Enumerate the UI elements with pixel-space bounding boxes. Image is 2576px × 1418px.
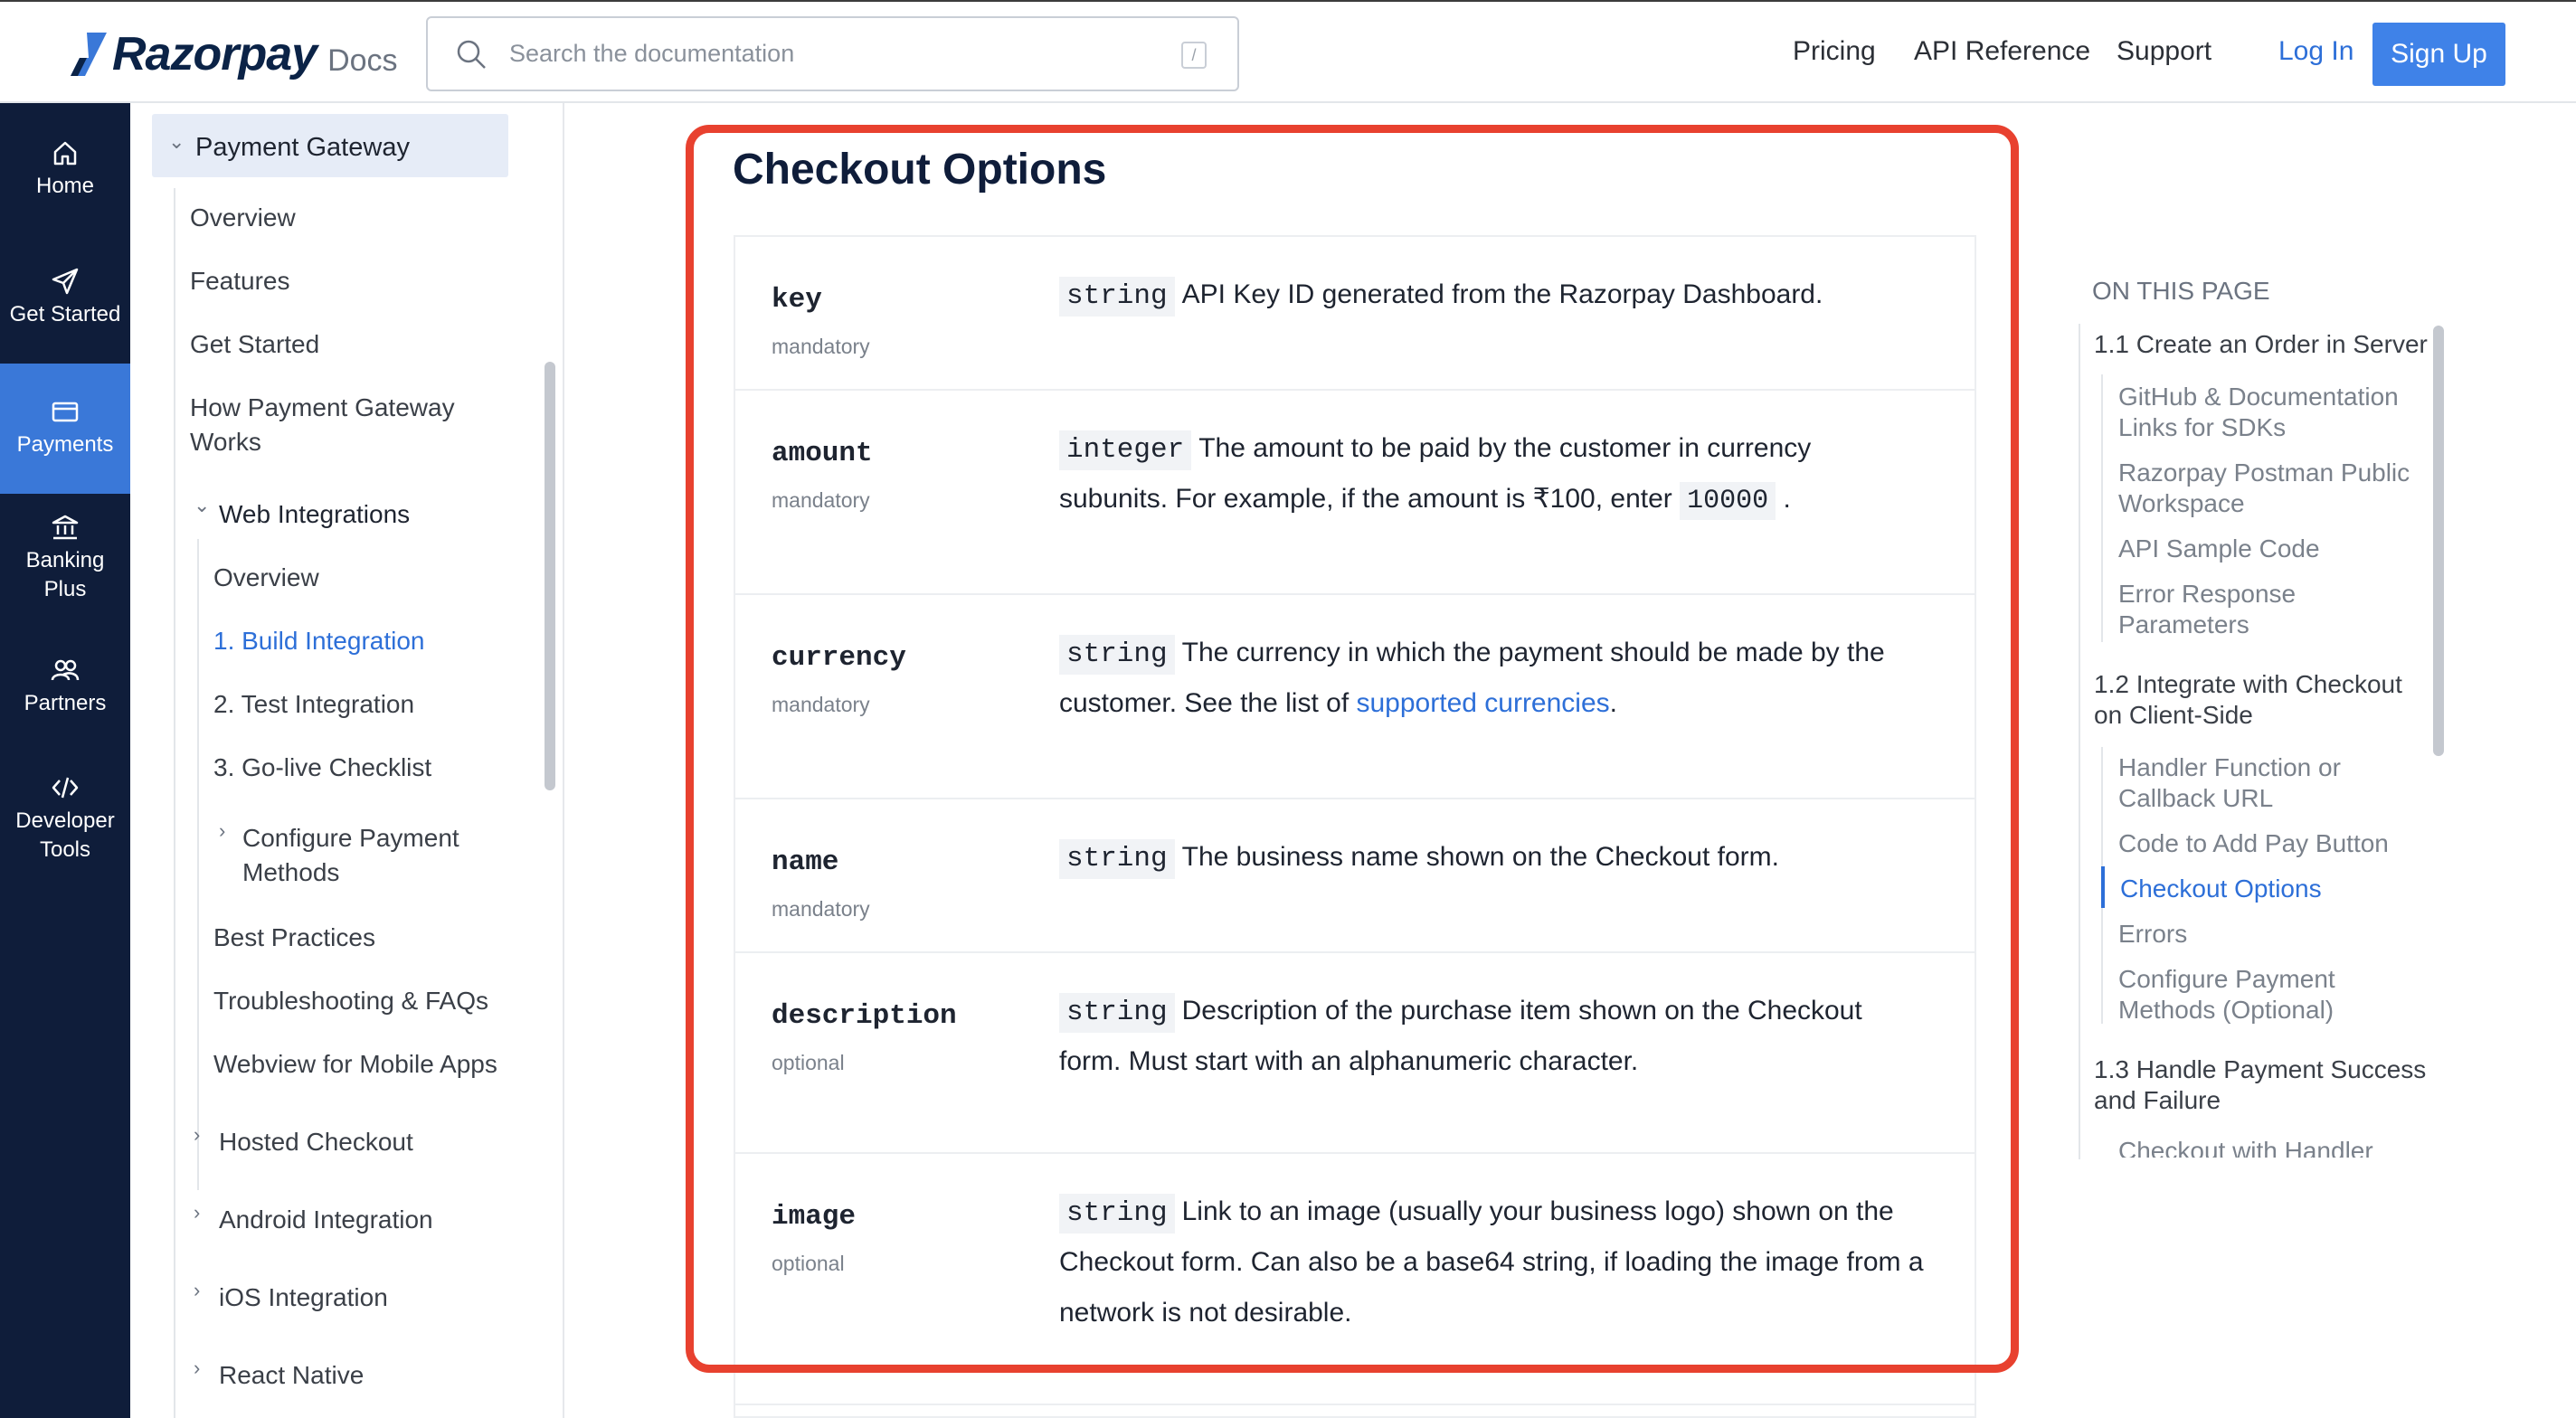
sidebar-item-overview[interactable]: Overview [190, 201, 296, 235]
search-input[interactable] [509, 40, 1142, 68]
login-link[interactable]: Log In [2278, 36, 2353, 67]
chevron-right-icon: › [194, 1279, 201, 1301]
razorpay-logo-icon [71, 33, 107, 76]
rail-item-partners[interactable]: Partners [0, 655, 130, 718]
card-icon [52, 402, 79, 422]
toc-item-api-sample-code[interactable]: API Sample Code [2118, 534, 2320, 564]
signup-button[interactable]: Sign Up [2372, 23, 2505, 86]
toc-item-integrate-checkout[interactable]: 1.2 Integrate with Checkout on Client-Si… [2094, 669, 2429, 731]
sidebar-item-react-native[interactable]: React Native [219, 1358, 364, 1393]
product-rail: Home Get Started Payments Banking Plus P… [0, 103, 130, 1418]
sidebar-scrollbar[interactable] [545, 362, 555, 790]
toc-item-error-response[interactable]: Error Response Parameters [2118, 579, 2417, 640]
nav-api-reference-link[interactable]: API Reference [1914, 36, 2090, 67]
toc-item-configure-payment-methods[interactable]: Configure Payment Methods (Optional) [2118, 964, 2417, 1026]
rail-label-banking-plus: Banking Plus [25, 548, 105, 601]
home-icon [53, 141, 77, 165]
sidebar-item-get-started[interactable]: Get Started [190, 327, 319, 362]
toc-item-create-order[interactable]: 1.1 Create an Order in Server [2094, 329, 2428, 360]
search-box[interactable]: / [426, 16, 1239, 91]
rail-label-developer-tools: Developer Tools [15, 808, 115, 862]
toc-item-handle-payment[interactable]: 1.3 Handle Payment Success and Failure [2094, 1054, 2429, 1116]
toc-item-add-pay-button[interactable]: Code to Add Pay Button [2118, 828, 2389, 859]
logo-text: Razorpay [112, 28, 317, 80]
toc-subrail-line [2101, 374, 2103, 642]
sidebar-item-ios-integration[interactable]: iOS Integration [219, 1281, 388, 1315]
sidebar-item-configure-payment-methods[interactable]: Configure Payment Methods [242, 821, 487, 890]
rail-label-payments: Payments [16, 432, 114, 457]
search-icon [457, 40, 486, 69]
sidebar-item-web-overview[interactable]: Overview [213, 561, 319, 595]
top-header: Razorpay Docs / Pricing API Reference Su… [0, 0, 2576, 103]
sidebar-item-troubleshooting-faqs[interactable]: Troubleshooting & FAQs [213, 984, 488, 1018]
toc-heading: ON THIS PAGE [2092, 277, 2270, 305]
users-icon [51, 659, 80, 681]
sidebar-subtree-line [197, 539, 199, 1190]
rail-label-home: Home [35, 174, 95, 198]
chevron-right-icon: › [194, 1123, 201, 1146]
rail-item-home[interactable]: Home [0, 137, 130, 201]
nav-pricing-link[interactable]: Pricing [1793, 36, 1876, 67]
sidebar-item-hosted-checkout[interactable]: Hosted Checkout [219, 1125, 413, 1159]
paper-plane-icon [52, 268, 79, 295]
toc-item-checkout-options[interactable]: Checkout Options [2120, 874, 2322, 904]
chevron-down-icon: ⌄ [194, 494, 211, 516]
rail-item-developer-tools[interactable]: Developer Tools [0, 772, 130, 865]
toc-item-github-sdks[interactable]: GitHub & Documentation Links for SDKs [2118, 382, 2417, 443]
sidebar-item-features[interactable]: Features [190, 264, 290, 298]
toc-scrollbar[interactable] [2433, 326, 2444, 756]
toc-active-marker [2101, 866, 2105, 908]
sidebar-tree-line [174, 188, 175, 1418]
sidebar-item-how-payment-gateway-works[interactable]: How Payment Gateway Works [190, 391, 488, 459]
sidebar-item-best-practices[interactable]: Best Practices [213, 921, 375, 955]
rail-item-banking-plus[interactable]: Banking Plus [0, 512, 130, 604]
razorpay-logo[interactable]: Razorpay Docs [69, 27, 398, 81]
toc-item-handler-function[interactable]: Handler Function or Callback URL [2118, 752, 2417, 814]
chevron-right-icon: › [219, 819, 226, 842]
rail-item-get-started[interactable]: Get Started [0, 266, 130, 329]
chevron-right-icon: › [194, 1201, 201, 1224]
toc-clip: Checkout with Handler [2080, 1134, 2424, 1158]
bank-icon [52, 515, 79, 540]
chevron-down-double-icon: ⌄ [168, 130, 185, 153]
search-shortcut-hint: / [1181, 42, 1207, 69]
toc-item-checkout-handler[interactable]: Checkout with Handler [2118, 1136, 2373, 1158]
highlight-annotation-box [686, 125, 2019, 1373]
sidebar-item-webview-mobile-apps[interactable]: Webview for Mobile Apps [213, 1047, 497, 1082]
sidebar-section-label: Payment Gateway [195, 133, 410, 162]
rail-label-partners: Partners [24, 691, 107, 715]
rail-item-payments[interactable]: Payments [0, 364, 130, 494]
rail-label-get-started: Get Started [9, 302, 121, 326]
sidebar-item-test-integration[interactable]: 2. Test Integration [213, 687, 414, 722]
sidebar-item-android-integration[interactable]: Android Integration [219, 1203, 433, 1237]
toc-rail-line [2079, 324, 2080, 1159]
sidebar-item-go-live-checklist[interactable]: 3. Go-live Checklist [213, 751, 431, 785]
nav-support-link[interactable]: Support [2117, 36, 2211, 67]
toc-item-postman-workspace[interactable]: Razorpay Postman Public Workspace [2118, 458, 2417, 519]
docs-sidebar: ⌄ Payment Gateway Overview Features Get … [130, 103, 564, 1418]
toc-item-errors[interactable]: Errors [2118, 919, 2187, 950]
code-icon [52, 777, 79, 799]
sidebar-item-web-integrations[interactable]: Web Integrations [219, 497, 410, 532]
sidebar-item-build-integration[interactable]: 1. Build Integration [213, 624, 425, 658]
chevron-right-icon: › [194, 1357, 201, 1379]
logo-docs-label: Docs [327, 43, 398, 78]
